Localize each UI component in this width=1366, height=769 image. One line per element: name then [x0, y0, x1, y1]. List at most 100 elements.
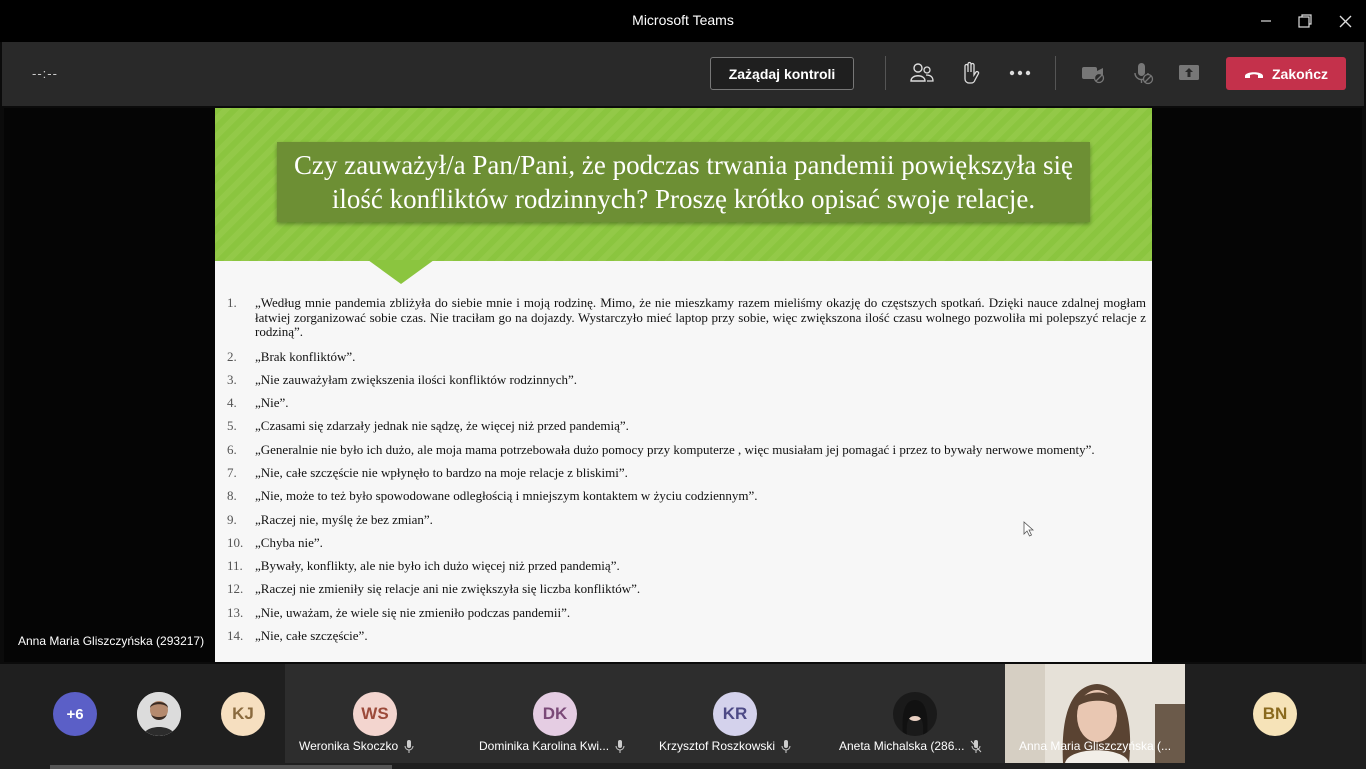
answer-item: 1. „Według mnie pandemia zbliżyła do sieb…	[215, 295, 1152, 340]
participant-name-text: Dominika Karolina Kwi...	[479, 739, 610, 753]
answer-text: „Nie, może to też było spowodowane odleg…	[255, 488, 758, 504]
slide-header: Czy zauważył/a Pan/Pani, że podczas trwa…	[215, 108, 1152, 261]
answer-number: 14.	[227, 628, 244, 644]
answer-item: 10. „Chyba nie”.	[215, 534, 1152, 551]
answer-item: 12. „Raczej nie zmieniły się relacje ani …	[215, 582, 1152, 597]
answer-item: 7. „Nie, całe szczęście nie wpłynęło to b…	[215, 464, 1152, 481]
participant-name-text: Aneta Michalska (286...	[839, 739, 965, 753]
answer-item: 14. „Nie, całe szczęście”.	[215, 628, 1152, 644]
answer-number: 13.	[227, 604, 244, 620]
microphone-button[interactable]	[1127, 58, 1157, 88]
answer-item: 2. „Brak konfliktów”.	[215, 348, 1152, 365]
participants-button[interactable]	[907, 58, 937, 88]
share-button[interactable]	[1174, 58, 1204, 88]
mic-icon	[781, 739, 791, 753]
participant-name-text: Krzysztof Roszkowski	[659, 739, 776, 753]
answer-number: 1.	[227, 295, 237, 310]
participant-avatar[interactable]: KJ	[221, 692, 265, 736]
more-participants-button[interactable]: +6	[53, 692, 97, 736]
presentation-slide: Czy zauważył/a Pan/Pani, że podczas trwa…	[215, 108, 1152, 662]
answer-text: „Brak konfliktów”.	[255, 348, 356, 364]
answer-number: 2.	[227, 348, 237, 364]
answer-number: 4.	[227, 395, 237, 411]
answer-item: 6. „Generalnie nie było ich dużo, ale moj…	[215, 441, 1152, 458]
answer-number: 10.	[227, 534, 244, 550]
end-call-button[interactable]: Zakończ	[1226, 57, 1346, 90]
participant-avatar	[893, 692, 937, 736]
answer-item: 11. „Bywały, konflikty, ale nie było ich …	[215, 558, 1152, 574]
answer-text: „Raczej nie, myślę że bez zmian”.	[255, 511, 433, 527]
participant-photo-icon	[893, 692, 937, 736]
participant-name: Aneta Michalska (286...	[839, 739, 982, 753]
answer-number: 3.	[227, 371, 237, 387]
mic-icon	[615, 739, 625, 753]
answer-item: 8. „Nie, może to też było spowodowane odl…	[215, 489, 1152, 504]
meeting-timer: --:--	[32, 66, 58, 81]
participant-avatar[interactable]: BN	[1253, 692, 1297, 736]
answer-number: 8.	[227, 488, 237, 504]
answer-text: „Generalnie nie było ich dużo, ale moja …	[255, 441, 1095, 457]
share-icon	[1179, 65, 1199, 80]
answer-item: 4. „Nie”.	[215, 395, 1152, 411]
answer-number: 5.	[227, 418, 237, 434]
answer-text: „Według mnie pandemia zbliżyła do siebie…	[255, 295, 1146, 339]
camera-off-icon	[1082, 67, 1105, 84]
participant-video-tile[interactable]: Anna Maria Gliszczyńska (...	[1005, 664, 1185, 763]
participant-photo-icon	[137, 692, 181, 736]
participant-tile[interactable]: WS Weronika Skoczko	[285, 664, 465, 763]
taskbar-strip	[50, 765, 392, 769]
participant-tile[interactable]: Aneta Michalska (286...	[825, 664, 1005, 763]
window-title: Microsoft Teams	[632, 12, 734, 28]
end-call-label: Zakończ	[1271, 65, 1328, 82]
restore-button[interactable]	[1285, 0, 1325, 42]
slide-title: Czy zauważył/a Pan/Pani, że podczas trwa…	[294, 150, 1073, 214]
more-icon	[1009, 70, 1031, 76]
mic-off-icon	[1134, 63, 1154, 85]
participant-tile[interactable]: DK Dominika Karolina Kwi...	[465, 664, 645, 763]
request-control-button[interactable]: Zażądaj kontroli	[710, 57, 854, 90]
toolbar-divider	[1055, 56, 1056, 90]
answer-number: 11.	[227, 558, 243, 574]
toolbar-divider	[885, 56, 886, 90]
participant-name: Weronika Skoczko	[299, 739, 414, 753]
answer-text: „Nie, całe szczęście”.	[255, 628, 368, 644]
participant-avatar: WS	[353, 692, 397, 736]
close-button[interactable]	[1325, 0, 1365, 42]
participants-icon	[910, 63, 934, 82]
raise-hand-button[interactable]	[955, 58, 985, 88]
shared-screen: Czy zauważył/a Pan/Pani, że podczas trwa…	[4, 108, 1362, 662]
slide-title-box: Czy zauważył/a Pan/Pani, że podczas trwa…	[277, 142, 1090, 222]
restore-icon	[1298, 14, 1312, 28]
participants-gallery: +6 KJ WS Weronika Skoczko DK Dominika Ka…	[0, 664, 1366, 769]
participant-name: Anna Maria Gliszczyńska (...	[1019, 739, 1171, 753]
minimize-button[interactable]	[1246, 0, 1286, 42]
answer-item: 3. „Nie zauważyłam zwiększenia ilości kon…	[215, 371, 1152, 388]
participant-tile[interactable]: KR Krzysztof Roszkowski	[645, 664, 825, 763]
mic-off-icon	[971, 739, 982, 753]
more-options-button[interactable]	[1005, 58, 1035, 88]
answer-number: 6.	[227, 441, 237, 457]
answer-item: 5. „Czasami się zdarzały jednak nie sądzę…	[215, 419, 1152, 434]
participant-avatar: DK	[533, 692, 577, 736]
answer-number: 7.	[227, 464, 237, 480]
answer-text: „Raczej nie zmieniły się relacje ani nie…	[255, 581, 641, 597]
hang-up-icon	[1244, 71, 1263, 78]
participant-name: Krzysztof Roszkowski	[659, 739, 791, 753]
participant-avatar: KR	[713, 692, 757, 736]
answer-text: „Czasami się zdarzały jednak nie sądzę, …	[255, 418, 629, 434]
answers-list: 1. „Według mnie pandemia zbliżyła do sieb…	[215, 295, 1152, 652]
answer-item: 13. „Nie, uważam, że wiele się nie zmieni…	[215, 604, 1152, 621]
answer-number: 9.	[227, 511, 237, 527]
camera-button[interactable]	[1078, 58, 1108, 88]
participant-name-text: Anna Maria Gliszczyńska (...	[1019, 739, 1172, 753]
answer-text: „Nie, całe szczęście nie wpłynęło to bar…	[255, 464, 628, 480]
answer-item: 9. „Raczej nie, myślę że bez zmian”.	[215, 511, 1152, 528]
answer-text: „Nie zauważyłam zwiększenia ilości konfl…	[255, 371, 577, 387]
participant-avatar[interactable]	[137, 692, 181, 736]
close-icon	[1339, 15, 1351, 27]
answer-text: „Chyba nie”.	[255, 534, 323, 550]
answer-text: „Nie, uważam, że wiele się nie zmieniło …	[255, 604, 571, 620]
answer-text: „Nie”.	[255, 395, 289, 411]
raise-hand-icon	[964, 61, 980, 84]
header-pointer-arrow	[368, 260, 434, 284]
